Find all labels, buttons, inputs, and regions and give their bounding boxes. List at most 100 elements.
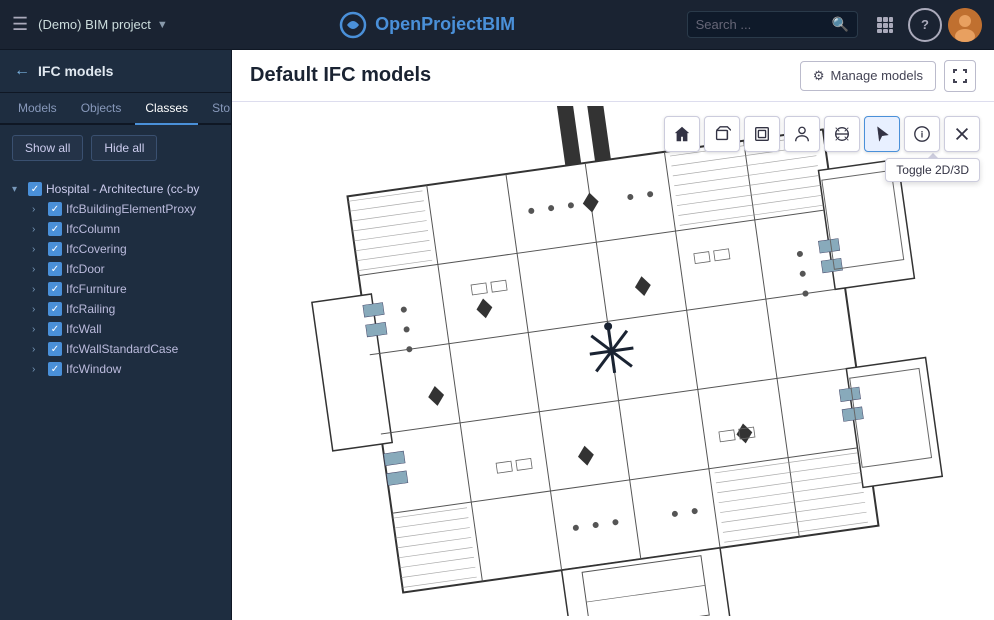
floorplan-svg — [273, 106, 953, 616]
tree-item-label: IfcFurniture — [66, 282, 127, 296]
tree-item-label: IfcColumn — [66, 222, 120, 236]
tree-item-caret-icon: › — [32, 244, 44, 255]
tree-item-label: IfcRailing — [66, 302, 115, 316]
tab-objects[interactable]: Objects — [71, 93, 132, 125]
tree-item-caret-icon: › — [32, 284, 44, 295]
tree-item-checkbox[interactable] — [48, 222, 62, 236]
list-item[interactable]: › IfcFurniture — [28, 279, 223, 299]
help-button[interactable]: ? — [908, 8, 942, 42]
header-right: ⚙ Manage models — [800, 60, 976, 92]
tree-item-checkbox[interactable] — [48, 202, 62, 216]
fit-btn[interactable] — [744, 116, 780, 152]
home-icon — [673, 125, 691, 143]
tree-item-checkbox[interactable] — [48, 342, 62, 356]
tree-item-caret-icon: › — [32, 344, 44, 355]
box-btn[interactable] — [704, 116, 740, 152]
tree-item-label: IfcCovering — [66, 242, 127, 256]
tree-children: › IfcBuildingElementProxy › IfcColumn › … — [8, 199, 223, 379]
tree-item-label: IfcWall — [66, 322, 102, 336]
tree-item-caret-icon: › — [32, 364, 44, 375]
main-layout: ← IFC models Models Objects Classes Stor… — [0, 50, 994, 620]
list-item[interactable]: › IfcWallStandardCase — [28, 339, 223, 359]
sidebar-title: IFC models — [38, 63, 113, 79]
sidebar-tabs: Models Objects Classes Storeys — [0, 93, 231, 125]
tree-root-label: Hospital - Architecture (cc-by — [46, 182, 199, 196]
tree-item-caret-icon: › — [32, 304, 44, 315]
close-viewer-btn[interactable] — [944, 116, 980, 152]
tab-storeys[interactable]: Storeys — [202, 93, 232, 125]
search-input[interactable] — [696, 17, 826, 32]
manage-models-button[interactable]: ⚙ Manage models — [800, 61, 936, 91]
tree-item-checkbox[interactable] — [48, 322, 62, 336]
tree-item-label: IfcDoor — [66, 262, 105, 276]
bim-viewer[interactable]: i Toggle 2D/3D — [232, 102, 994, 620]
tree-item-checkbox[interactable] — [48, 362, 62, 376]
list-item[interactable]: › IfcCovering — [28, 239, 223, 259]
show-all-button[interactable]: Show all — [12, 135, 83, 161]
tree-root-caret-icon: ▾ — [12, 184, 24, 195]
list-item[interactable]: › IfcBuildingElementProxy — [28, 199, 223, 219]
page-title: Default IFC models — [250, 64, 431, 87]
list-item[interactable]: › IfcColumn — [28, 219, 223, 239]
project-name: (Demo) BIM project — [38, 17, 151, 32]
sidebar-back-button[interactable]: ← — [14, 62, 30, 80]
box-icon — [713, 125, 731, 143]
list-item[interactable]: › IfcWall — [28, 319, 223, 339]
search-icon: 🔍 — [832, 16, 849, 33]
tree-item-label: IfcWallStandardCase — [66, 342, 178, 356]
hide-all-button[interactable]: Hide all — [91, 135, 157, 161]
grid-apps-button[interactable] — [868, 8, 902, 42]
sidebar-tree: ▾ Hospital - Architecture (cc-by › IfcBu… — [0, 171, 231, 620]
tree-item-caret-icon: › — [32, 224, 44, 235]
cursor-icon — [873, 125, 891, 143]
viewer-toolbar: i — [664, 116, 980, 152]
select-btn[interactable] — [864, 116, 900, 152]
list-item[interactable]: › IfcDoor — [28, 259, 223, 279]
sidebar-header: ← IFC models — [0, 50, 231, 93]
tree-item-checkbox[interactable] — [48, 262, 62, 276]
hamburger-menu[interactable]: ☰ — [12, 14, 28, 35]
fullscreen-button[interactable] — [944, 60, 976, 92]
list-item[interactable]: › IfcRailing — [28, 299, 223, 319]
topnav: ☰ (Demo) BIM project ▼ OpenProjectBIM 🔍 — [0, 0, 994, 50]
tree-item-checkbox[interactable] — [48, 302, 62, 316]
tab-classes[interactable]: Classes — [135, 93, 198, 125]
search-box[interactable]: 🔍 — [687, 11, 858, 38]
content-header: Default IFC models ⚙ Manage models — [232, 50, 994, 102]
toggle-2d-3d-tooltip: Toggle 2D/3D — [885, 158, 980, 182]
project-caret-icon: ▼ — [157, 19, 168, 31]
bim-canvas — [232, 102, 994, 620]
info-btn[interactable]: i — [904, 116, 940, 152]
home-btn[interactable] — [664, 116, 700, 152]
section-icon — [833, 125, 851, 143]
logo-text: OpenProjectBIM — [375, 14, 515, 35]
tree-root-checkbox[interactable] — [28, 182, 42, 196]
tree-item-checkbox[interactable] — [48, 242, 62, 256]
user-avatar[interactable] — [948, 8, 982, 42]
avatar-image — [948, 8, 982, 42]
topnav-icons: ? — [868, 8, 982, 42]
info-icon: i — [913, 125, 931, 143]
section-btn[interactable] — [824, 116, 860, 152]
person-icon — [793, 125, 811, 143]
close-icon — [953, 125, 971, 143]
tree-root-toggle[interactable]: ▾ Hospital - Architecture (cc-by — [8, 179, 223, 199]
grid-icon — [876, 16, 894, 34]
tree-item-caret-icon: › — [32, 324, 44, 335]
fullscreen-icon — [952, 68, 968, 84]
manage-models-icon: ⚙ — [813, 68, 825, 84]
tree-item-label: IfcBuildingElementProxy — [66, 202, 196, 216]
tree-item-caret-icon: › — [32, 264, 44, 275]
project-selector[interactable]: (Demo) BIM project ▼ — [38, 17, 168, 32]
tree-item-label: IfcWindow — [66, 362, 121, 376]
tree-item-checkbox[interactable] — [48, 282, 62, 296]
help-icon: ? — [921, 17, 929, 32]
list-item[interactable]: › IfcWindow — [28, 359, 223, 379]
tab-models[interactable]: Models — [8, 93, 67, 125]
sidebar-actions: Show all Hide all — [0, 125, 231, 171]
tree-root: ▾ Hospital - Architecture (cc-by › IfcBu… — [0, 175, 231, 383]
person-btn[interactable] — [784, 116, 820, 152]
sidebar: ← IFC models Models Objects Classes Stor… — [0, 50, 232, 620]
app-logo: OpenProjectBIM — [178, 11, 677, 39]
logo-icon — [339, 11, 367, 39]
